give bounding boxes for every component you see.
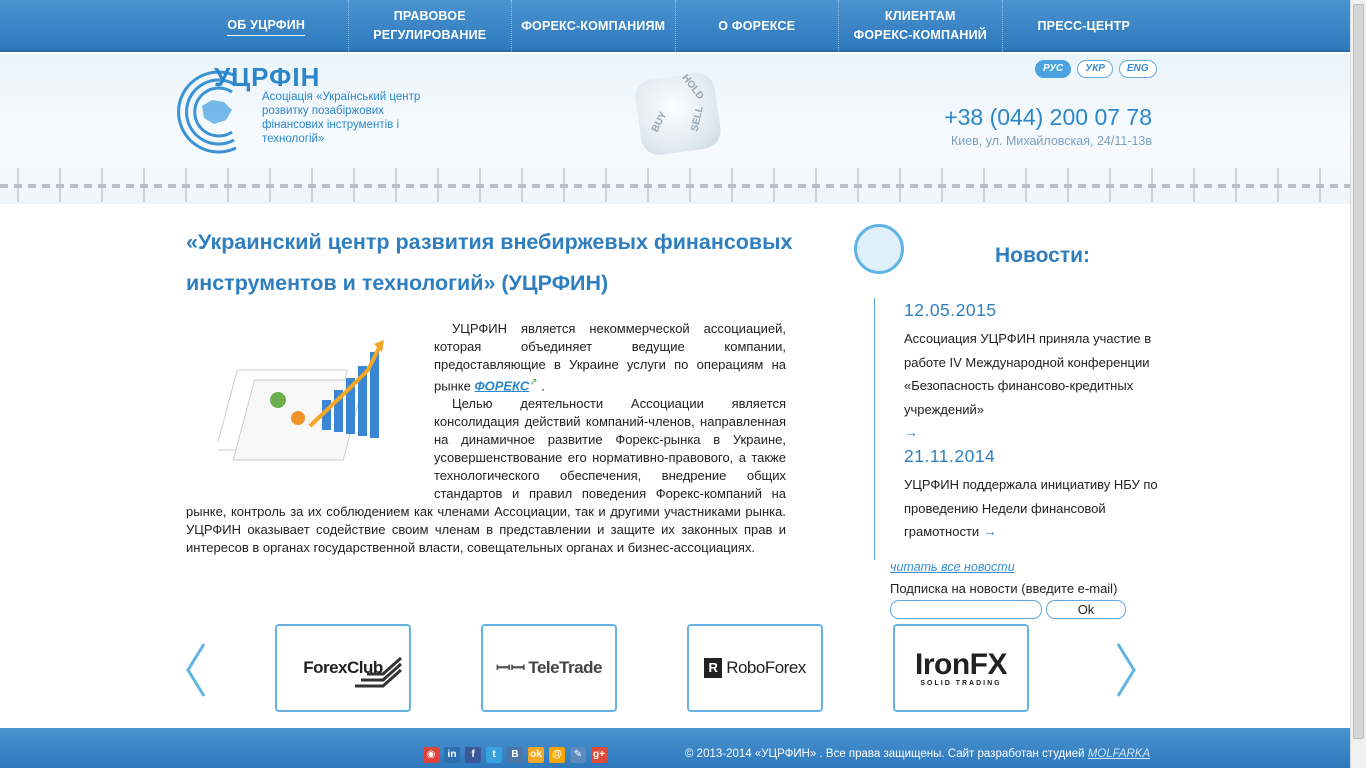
lang-ru[interactable]: РУС — [1035, 60, 1072, 78]
news-title: Новости: — [995, 244, 1091, 267]
carousel-prev-icon[interactable] — [184, 642, 208, 698]
nav-item-clients[interactable]: КЛИЕНТАМ ФОРЕКС-КОМПАНИЙ — [839, 0, 1003, 52]
roboforex-logo-icon: R — [704, 658, 723, 678]
lang-en[interactable]: ENG — [1118, 60, 1157, 78]
mailru-icon[interactable]: @ — [549, 747, 565, 763]
news-icon — [854, 224, 904, 274]
top-nav: ОБ УЦРФИН ПРАВОВОЕ РЕГУЛИРОВАНИЕ ФОРЕКС-… — [0, 0, 1350, 52]
news-text[interactable]: Ассоциация УЦРФИН приняла участие в рабо… — [904, 327, 1164, 445]
studio-link[interactable]: MOLFARKA — [1088, 748, 1150, 760]
subscribe-email-input[interactable] — [890, 600, 1042, 619]
logo-title[interactable]: УЦРФІН — [214, 62, 320, 93]
dice-word-hold: HOLD — [679, 72, 706, 102]
language-switcher: РУС УКР ENG — [1035, 60, 1157, 78]
news-arrow-icon[interactable]: → — [983, 523, 997, 539]
phone-number: +38 (044) 200 07 78 — [944, 104, 1152, 130]
subscribe-label: Подписка на новости (введите e-mail) — [890, 581, 1118, 596]
news-divider — [874, 298, 875, 560]
chart-documents-illustration — [218, 340, 384, 461]
news-date: 21.11.2014 — [904, 446, 996, 466]
news-arrow-icon[interactable]: → — [904, 424, 918, 440]
copyright: © 2013-2014 «УЦРФИН» . Все права защищен… — [685, 748, 1151, 760]
carousel-next-icon[interactable] — [1114, 642, 1138, 698]
all-news-link[interactable]: читать все новости — [890, 560, 1015, 574]
logo-subtitle: Асоціація «Український центр розвитку по… — [262, 91, 421, 145]
googleplus-icon[interactable]: g+ — [591, 747, 607, 763]
dice-decoration: HOLD BUY SELL — [633, 70, 723, 158]
partner-forexclub[interactable]: ForexClub — [275, 624, 411, 712]
linkedin-icon[interactable]: in — [444, 747, 460, 763]
dice-word-buy: BUY — [649, 110, 670, 135]
news-text[interactable]: УЦРФИН поддержала инициативу НБУ по пров… — [904, 473, 1164, 544]
partner-name: RoboForex — [726, 658, 806, 677]
partner-tagline: SOLID TRADING — [920, 679, 1002, 687]
nav-item-about[interactable]: ОБ УЦРФИН — [185, 0, 349, 52]
forex-link[interactable]: ФОРЕКС — [474, 378, 529, 393]
nav-item-legal[interactable]: ПРАВОВОЕ РЕГУЛИРОВАНИЕ — [349, 0, 512, 52]
odnoklassniki-icon[interactable]: ok — [528, 747, 544, 763]
nav-item-press[interactable]: ПРЕСС-ЦЕНТР — [1003, 0, 1166, 52]
news-item[interactable]: 21.11.2014 УЦРФИН поддержала инициативу … — [904, 446, 1164, 544]
lang-ua[interactable]: УКР — [1077, 60, 1113, 78]
dice-word-sell: SELL — [689, 105, 706, 133]
news-date: 12.05.2015 — [904, 300, 997, 320]
livejournal-icon[interactable]: ✎ — [570, 747, 586, 763]
address: Киев, ул. Михайловская, 24/11-13в — [950, 134, 1152, 148]
vk-icon[interactable]: В — [507, 747, 523, 763]
partner-ironfx[interactable]: IronFX SOLID TRADING — [893, 624, 1029, 712]
spiral-binding-line — [0, 184, 1350, 188]
scrollbar-thumb[interactable] — [1353, 4, 1364, 739]
twitter-icon[interactable]: t — [486, 747, 502, 763]
nav-item-about-forex[interactable]: О ФОРЕКСЕ — [676, 0, 839, 52]
news-item[interactable]: 12.05.2015 Ассоциация УЦРФИН приняла уча… — [904, 300, 1164, 445]
partner-name: TeleTrade — [528, 658, 602, 677]
partner-name: IronFX — [915, 647, 1008, 681]
external-link-icon: ↗ — [529, 377, 538, 388]
forexclub-logo-icon — [355, 656, 402, 688]
social-links: ◉ in f t Вok @ ✎ g+ — [423, 747, 607, 763]
page: ОБ УЦРФИН ПРАВОВОЕ РЕГУЛИРОВАНИЕ ФОРЕКС-… — [0, 0, 1366, 768]
vertical-scrollbar[interactable] — [1350, 0, 1366, 768]
nav-item-forex-companies[interactable]: ФОРЕКС-КОМПАНИЯМ — [512, 0, 676, 52]
teletrade-logo-icon: ꟷꟷ — [496, 658, 526, 678]
partner-roboforex[interactable]: R RoboForex — [687, 624, 823, 712]
facebook-icon[interactable]: f — [465, 747, 481, 763]
subscribe-ok-button[interactable]: Ok — [1046, 600, 1126, 619]
page-headline: «Украинский центр развития внебиржевых ф… — [186, 230, 793, 295]
rss-icon[interactable]: ◉ — [423, 747, 439, 763]
partner-teletrade[interactable]: ꟷꟷ TeleTrade — [481, 624, 617, 712]
